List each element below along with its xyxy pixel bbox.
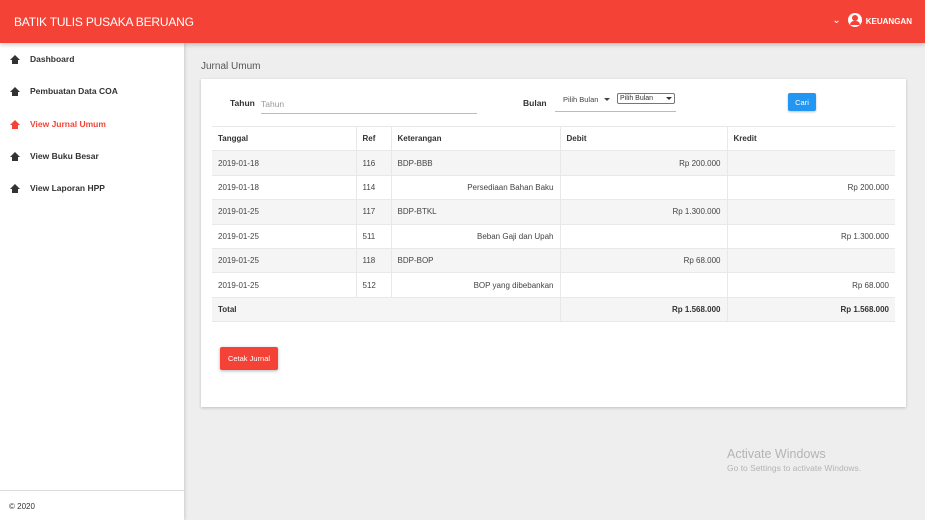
cell-kredit: Rp 68.000 [727, 272, 895, 298]
cell-debit [560, 224, 728, 249]
table-row: 2019-01-25 117 BDP-BTKL Rp 1.300.000 [212, 199, 895, 225]
column-header-tanggal: Tanggal [212, 125, 357, 152]
dropdown-arrow-icon [666, 97, 672, 100]
cell-kredit [727, 199, 895, 225]
cell-debit: Rp 1.300.000 [560, 199, 728, 225]
cell-kredit [727, 248, 895, 274]
page-title: Jurnal Umum [201, 61, 261, 72]
cell-debit: Rp 200.000 [560, 150, 728, 176]
cell-kredit [727, 150, 895, 176]
cell-keterangan: BDP-BTKL [391, 199, 561, 225]
cell-ref: 117 [356, 199, 392, 225]
table-row: 2019-01-18 116 BDP-BBB Rp 200.000 [212, 150, 895, 176]
sidebar: Dashboard Pembuatan Data COA View Jurnal… [0, 43, 184, 520]
cell-keterangan: Beban Gaji dan Upah [391, 224, 561, 249]
table-row: 2019-01-25 512 BOP yang dibebankan Rp 68… [212, 272, 895, 298]
cell-keterangan: BDP-BOP [391, 248, 561, 274]
table-row: 2019-01-25 118 BDP-BOP Rp 68.000 [212, 248, 895, 274]
column-header-kredit: Kredit [727, 125, 895, 152]
user-menu-dropdown[interactable]: ⌄ KEUANGAN [832, 13, 912, 27]
sidebar-item-label: Pembuatan Data COA [30, 86, 118, 96]
cell-ref: 512 [356, 272, 392, 298]
column-header-ref: Ref [356, 125, 392, 152]
cell-keterangan: BDP-BBB [391, 150, 561, 176]
user-circle-icon [847, 13, 862, 27]
activate-windows-watermark: Activate Windows Go to Settings to activ… [727, 447, 861, 473]
cell-tanggal: 2019-01-25 [212, 224, 357, 249]
table-row: 2019-01-18 114 Persediaan Bahan Baku Rp … [212, 175, 895, 201]
cell-ref: 511 [356, 224, 392, 249]
cell-tanggal: 2019-01-18 [212, 175, 357, 201]
chevron-down-icon: ⌄ [832, 14, 841, 26]
sidebar-item-view-laporan-hpp[interactable]: View Laporan HPP [10, 183, 105, 193]
cell-kredit: Rp 1.300.000 [727, 224, 895, 249]
user-menu-label: KEUANGAN [865, 17, 912, 26]
jurnal-card: Tahun Bulan Pilih Bulan Pilih Bulan Cari… [201, 79, 906, 407]
total-debit: Rp 1.568.000 [560, 297, 728, 323]
sidebar-item-view-buku-besar[interactable]: View Buku Besar [10, 151, 99, 161]
cari-button[interactable]: Cari [788, 93, 816, 111]
home-icon [10, 183, 20, 193]
sidebar-footer: © 2020 [0, 490, 184, 520]
cell-tanggal: 2019-01-25 [212, 248, 357, 274]
cetak-jurnal-button[interactable]: Cetak Jurnal [220, 347, 278, 370]
table-row: 2019-01-25 511 Beban Gaji dan Upah Rp 1.… [212, 224, 895, 249]
caret-down-icon [604, 98, 610, 101]
app-brand[interactable]: BATIK TULIS PUSAKA BERUANG [14, 15, 194, 29]
sidebar-item-view-jurnal-umum[interactable]: View Jurnal Umum [10, 119, 106, 129]
cell-debit: Rp 68.000 [560, 248, 728, 274]
sidebar-item-label: View Jurnal Umum [30, 119, 106, 129]
table-header-row: Tanggal Ref Keterangan Debit Kredit [212, 125, 895, 152]
cell-keterangan: Persediaan Bahan Baku [391, 175, 561, 201]
home-icon [10, 54, 20, 64]
sidebar-item-label: View Buku Besar [30, 151, 99, 161]
total-kredit: Rp 1.568.000 [727, 297, 895, 323]
bulan-native-select-value: Pilih Bulan [620, 95, 654, 102]
sidebar-item-dashboard[interactable]: Dashboard [10, 54, 74, 64]
column-header-debit: Debit [560, 125, 728, 152]
home-icon [10, 151, 20, 161]
cell-ref: 114 [356, 175, 392, 201]
column-header-keterangan: Keterangan [391, 125, 561, 152]
cell-keterangan: BOP yang dibebankan [391, 272, 561, 298]
cell-tanggal: 2019-01-18 [212, 150, 357, 176]
home-icon [10, 86, 20, 96]
tahun-input[interactable] [261, 94, 477, 114]
cell-ref: 118 [356, 248, 392, 274]
bulan-select-value: Pilih Bulan [563, 95, 599, 104]
bulan-label: Bulan [523, 98, 547, 108]
cell-kredit: Rp 200.000 [727, 175, 895, 201]
tahun-label: Tahun [230, 98, 255, 108]
jurnal-table: Tanggal Ref Keterangan Debit Kredit 2019… [212, 125, 895, 323]
cell-tanggal: 2019-01-25 [212, 272, 357, 298]
top-navbar: BATIK TULIS PUSAKA BERUANG ⌄ KEUANGAN [0, 0, 925, 43]
total-label: Total [212, 297, 561, 323]
sidebar-item-pembuatan-data-coa[interactable]: Pembuatan Data COA [10, 86, 118, 96]
table-total-row: Total Rp 1.568.000 Rp 1.568.000 [212, 297, 895, 323]
bulan-native-select[interactable]: Pilih Bulan [617, 93, 675, 104]
home-icon [10, 119, 20, 129]
cell-ref: 116 [356, 150, 392, 176]
sidebar-item-label: Dashboard [30, 54, 75, 64]
watermark-title: Activate Windows [727, 447, 826, 461]
cell-debit [560, 175, 728, 201]
sidebar-item-label: View Laporan HPP [30, 183, 105, 193]
watermark-subtitle: Go to Settings to activate Windows. [727, 463, 862, 473]
cell-debit [560, 272, 728, 298]
cell-tanggal: 2019-01-25 [212, 199, 357, 225]
